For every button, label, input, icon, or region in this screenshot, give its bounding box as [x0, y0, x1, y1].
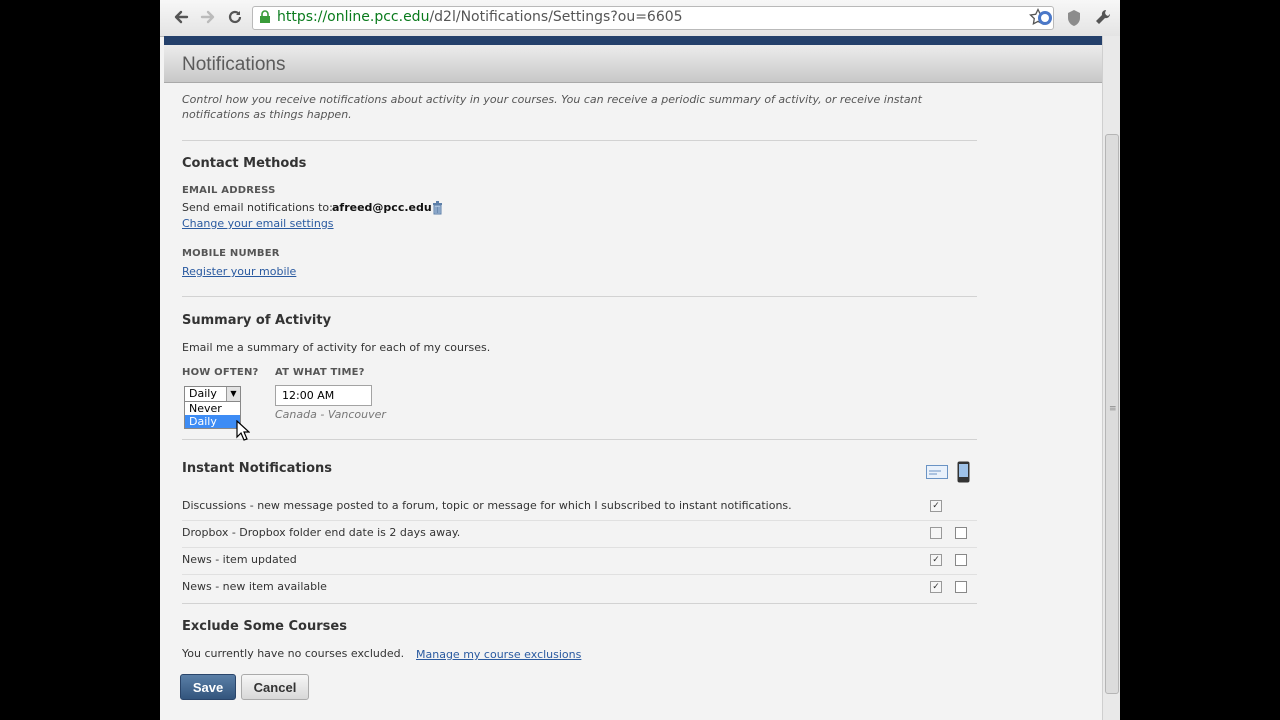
- cancel-button[interactable]: Cancel: [241, 674, 309, 700]
- email-channel-icon: [926, 465, 948, 479]
- browser-toolbar: https://online.pcc.edu/d2l/Notifications…: [160, 0, 1120, 37]
- row-divider: [182, 574, 977, 575]
- divider: [182, 140, 977, 141]
- page-content: Notifications Control how you receive no…: [164, 36, 1103, 720]
- instant-row-mobile-checkbox[interactable]: [955, 527, 967, 539]
- forward-arrow-icon: [200, 10, 215, 24]
- lock-icon: [260, 10, 270, 23]
- page-header: Notifications: [164, 45, 1103, 83]
- mobile-number-label: MOBILE NUMBER: [182, 248, 280, 259]
- contact-methods-heading: Contact Methods: [182, 156, 307, 171]
- instant-row-email-checkbox[interactable]: ✓: [930, 500, 942, 512]
- email-value: afreed@pcc.edu: [332, 201, 432, 214]
- divider: [182, 603, 977, 604]
- instant-notifications-heading: Instant Notifications: [182, 461, 333, 476]
- wrench-icon[interactable]: [1092, 7, 1114, 29]
- instant-row-email-checkbox[interactable]: [930, 527, 942, 539]
- timezone-text: Canada - Vancouver: [275, 408, 386, 421]
- reload-button[interactable]: [224, 6, 246, 28]
- page-title: Notifications: [182, 54, 286, 75]
- exclude-courses-heading: Exclude Some Courses: [182, 619, 347, 634]
- row-divider: [182, 547, 977, 548]
- at-what-time-label: AT WHAT TIME?: [275, 367, 365, 378]
- exclusion-status-text: You currently have no courses excluded.: [182, 647, 405, 660]
- summary-heading: Summary of Activity: [182, 313, 332, 328]
- back-arrow-icon: [174, 10, 189, 24]
- chevron-down-icon: ▼: [226, 387, 240, 401]
- time-input[interactable]: 12:00 AM: [275, 385, 372, 406]
- scrollbar-grip-icon: ≡: [1109, 404, 1117, 414]
- url-text: https://online.pcc.edu/d2l/Notifications…: [277, 9, 683, 25]
- instant-row-mobile-checkbox[interactable]: [955, 554, 967, 566]
- save-button[interactable]: Save: [180, 674, 236, 700]
- vertical-scrollbar[interactable]: ≡: [1102, 36, 1120, 720]
- divider: [182, 439, 977, 440]
- frequency-select[interactable]: Daily ▼: [184, 386, 241, 402]
- summary-description: Email me a summary of activity for each …: [182, 341, 491, 354]
- site-banner-strip: [164, 36, 1103, 45]
- frequency-option-daily[interactable]: Daily: [185, 415, 240, 428]
- how-often-label: HOW OFTEN?: [182, 367, 259, 378]
- reload-icon: [228, 10, 242, 24]
- time-value: 12:00 AM: [282, 389, 335, 402]
- instant-row-label: News - item updated: [182, 553, 297, 566]
- manage-exclusions-link[interactable]: Manage my course exclusions: [416, 648, 581, 661]
- extension-icon[interactable]: [1034, 7, 1056, 29]
- row-divider: [182, 520, 977, 521]
- trash-icon[interactable]: [432, 201, 443, 215]
- frequency-selected-value: Daily: [189, 387, 217, 400]
- url-path: /d2l/Notifications/Settings?ou=6605: [429, 9, 683, 25]
- browser-window: https://online.pcc.edu/d2l/Notifications…: [160, 0, 1120, 720]
- change-email-settings-link[interactable]: Change your email settings: [182, 217, 334, 230]
- email-prefix-text: Send email notifications to:: [182, 201, 333, 214]
- instant-row-label: Discussions - new message posted to a fo…: [182, 499, 792, 512]
- address-bar[interactable]: https://online.pcc.edu/d2l/Notifications…: [252, 6, 1054, 30]
- divider: [182, 296, 977, 297]
- mouse-cursor-icon: [236, 420, 250, 441]
- frequency-dropdown-list: Never Daily: [184, 401, 241, 429]
- mobile-channel-icon: [957, 461, 970, 483]
- url-host: https://online.pcc.edu: [277, 9, 430, 25]
- back-button[interactable]: [170, 6, 192, 28]
- scrollbar-thumb[interactable]: ≡: [1105, 134, 1119, 694]
- instant-row-label: News - new item available: [182, 580, 327, 593]
- instant-row-email-checkbox[interactable]: ✓: [930, 554, 942, 566]
- instant-row-email-checkbox[interactable]: ✓: [930, 581, 942, 593]
- email-address-label: EMAIL ADDRESS: [182, 185, 276, 196]
- extension-shield-icon[interactable]: [1063, 7, 1085, 29]
- intro-text: Control how you receive notifications ab…: [182, 93, 922, 121]
- frequency-option-never[interactable]: Never: [185, 402, 240, 415]
- instant-row-mobile-checkbox[interactable]: [955, 581, 967, 593]
- register-mobile-link[interactable]: Register your mobile: [182, 265, 296, 278]
- instant-row-label: Dropbox - Dropbox folder end date is 2 d…: [182, 526, 461, 539]
- forward-button[interactable]: [197, 6, 219, 28]
